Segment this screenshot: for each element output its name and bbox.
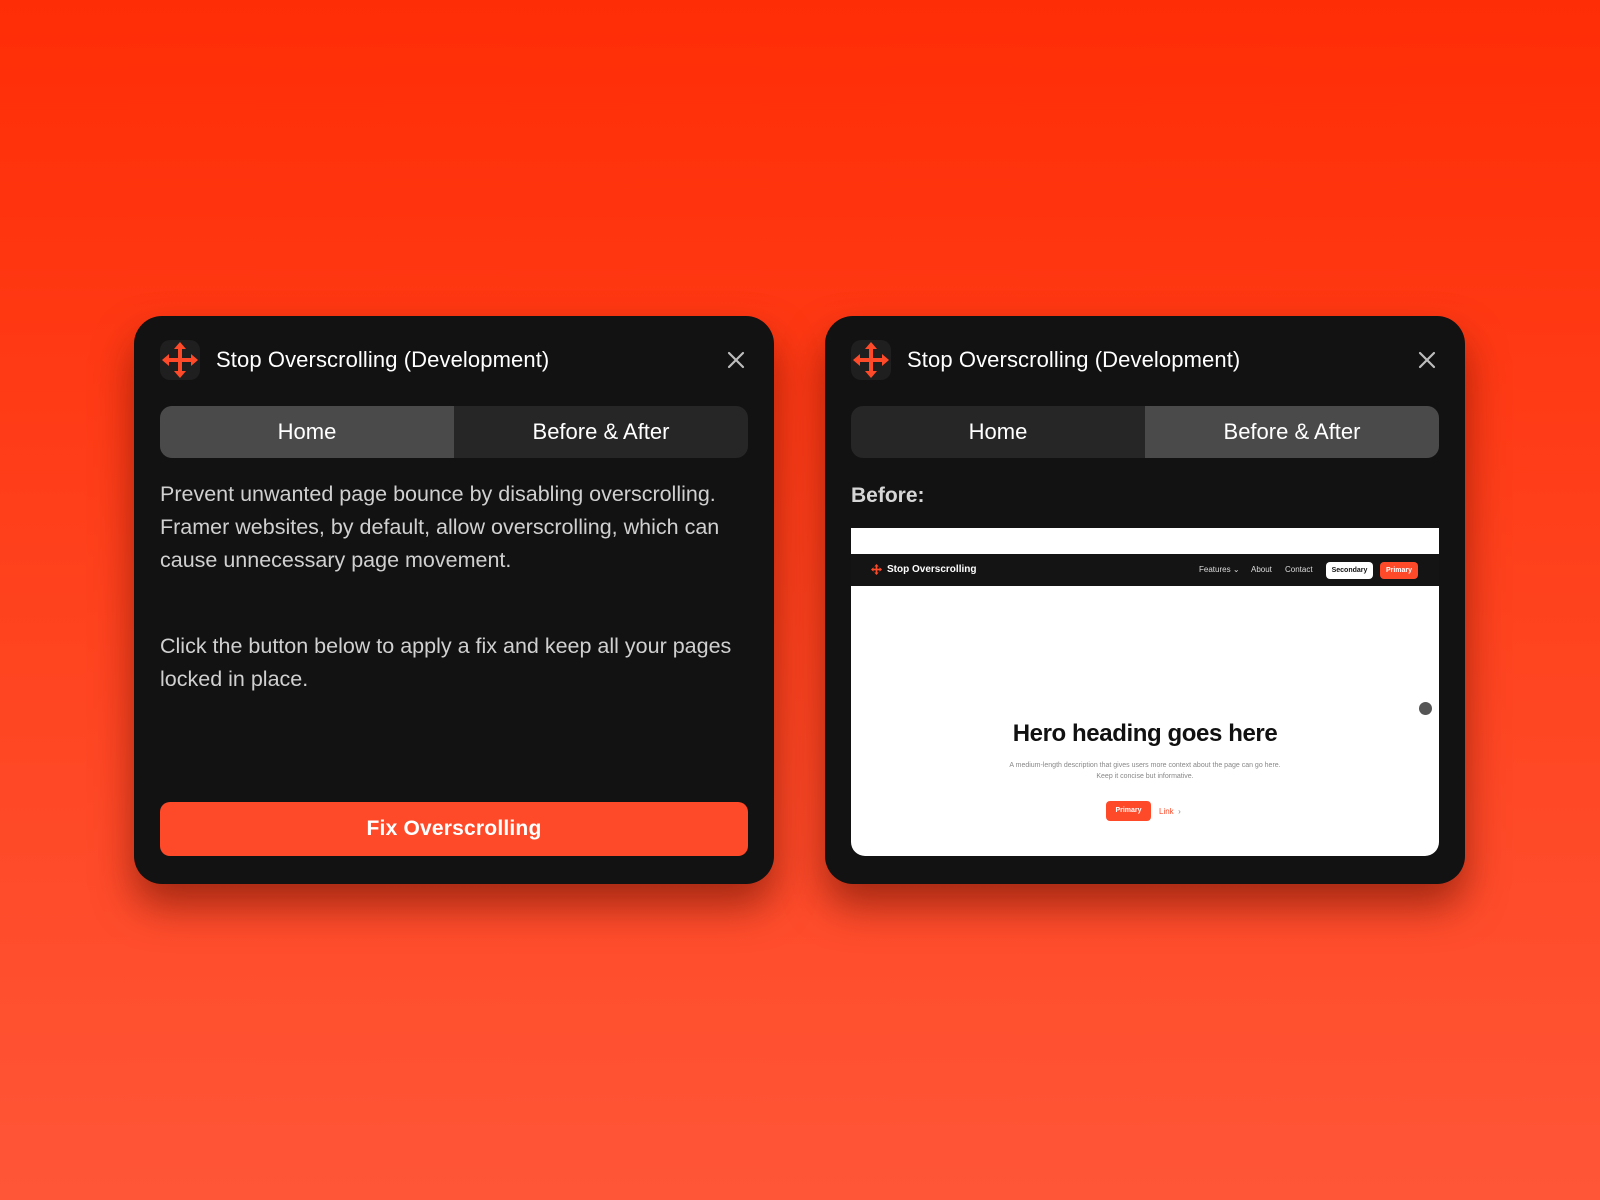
close-icon <box>1418 351 1436 369</box>
preview-hero-description: A medium-length description that gives u… <box>1009 762 1281 780</box>
tab-before-after[interactable]: Before & After <box>1145 406 1439 458</box>
chevron-right-icon: › <box>1178 807 1181 816</box>
panel-header: Stop Overscrolling (Development) <box>160 340 748 380</box>
close-icon <box>727 351 745 369</box>
panel-title: Stop Overscrolling (Development) <box>216 347 550 372</box>
panel-title: Stop Overscrolling (Development) <box>907 347 1241 372</box>
tab-home[interactable]: Home <box>160 406 454 458</box>
edit-icon <box>1419 702 1432 715</box>
move-arrows-icon <box>160 340 200 380</box>
tab-home[interactable]: Home <box>851 406 1145 458</box>
description-paragraph: Prevent unwanted page bounce by disablin… <box>160 482 720 572</box>
tab-bar: Home Before & After <box>851 406 1439 458</box>
before-preview: Stop Overscrolling Features ⌄ About Cont… <box>851 528 1439 856</box>
preview-hero-heading: Hero heading goes here <box>1012 720 1278 747</box>
close-button[interactable] <box>724 348 748 372</box>
preview-nav-about: About <box>1251 565 1272 574</box>
chevron-down-icon: ⌄ <box>1232 565 1240 574</box>
tab-bar: Home Before & After <box>160 406 748 458</box>
instruction-paragraph: Click the button below to apply a fix an… <box>160 634 732 691</box>
brand-icon <box>871 564 882 575</box>
preview-secondary-button: Secondary <box>1326 562 1373 579</box>
preview-brand: Stop Overscrolling <box>887 564 977 575</box>
preview-hero-primary-button: Primary <box>1106 801 1151 821</box>
plugin-panel-before-after: Stop Overscrolling (Development) Home Be… <box>825 316 1465 884</box>
move-arrows-icon <box>851 340 891 380</box>
fix-overscrolling-button[interactable]: Fix Overscrolling <box>160 802 748 856</box>
panel-header: Stop Overscrolling (Development) <box>851 340 1439 380</box>
tab-before-after[interactable]: Before & After <box>454 406 748 458</box>
close-button[interactable] <box>1415 348 1439 372</box>
preview-primary-button: Primary <box>1380 562 1418 579</box>
preview-navbar: Stop Overscrolling Features ⌄ About Cont… <box>851 554 1439 586</box>
before-label: Before: <box>851 484 925 507</box>
plugin-panel-home: Stop Overscrolling (Development) Home Be… <box>134 316 774 884</box>
preview-nav-features: Features ⌄ <box>1199 565 1240 574</box>
preview-nav-contact: Contact <box>1285 565 1313 574</box>
preview-hero-link: Link › <box>1159 807 1181 816</box>
